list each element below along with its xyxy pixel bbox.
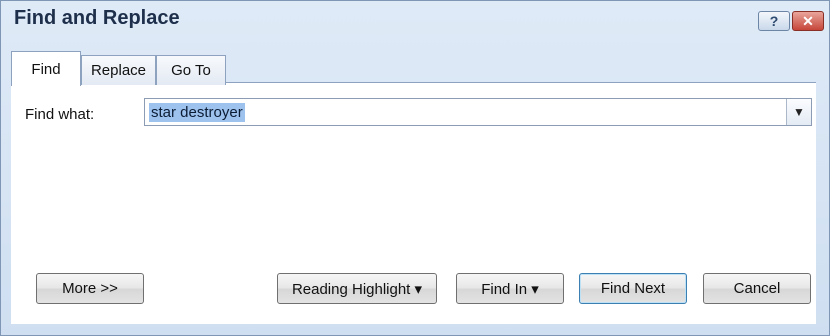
tab-strip: Find Replace Go To xyxy=(11,51,226,86)
find-what-input[interactable]: star destroyer ▼ xyxy=(144,98,812,126)
tab-find[interactable]: Find xyxy=(11,51,81,86)
find-what-label: Find what: xyxy=(25,106,95,123)
title-bar: Find and Replace ? ✕ xyxy=(1,1,829,37)
tab-goto[interactable]: Go To xyxy=(156,55,226,85)
find-what-value: star destroyer xyxy=(149,103,245,122)
find-next-button[interactable]: Find Next xyxy=(579,273,687,304)
dialog-title: Find and Replace xyxy=(14,7,180,29)
tab-goto-label: Go To xyxy=(171,62,211,79)
help-button[interactable]: ? xyxy=(758,11,790,31)
chevron-down-icon: ▼ xyxy=(793,105,805,119)
help-icon: ? xyxy=(769,13,779,29)
reading-highlight-button[interactable]: Reading Highlight ▾ xyxy=(277,273,437,304)
find-in-button[interactable]: Find In ▾ xyxy=(456,273,564,304)
find-history-dropdown-button[interactable]: ▼ xyxy=(786,99,811,125)
more-button[interactable]: More >> xyxy=(36,273,144,304)
tab-find-label: Find xyxy=(31,60,61,78)
tab-replace-label: Replace xyxy=(90,62,147,79)
cancel-button[interactable]: Cancel xyxy=(703,273,811,304)
tab-replace[interactable]: Replace xyxy=(81,55,156,85)
close-button[interactable]: ✕ xyxy=(792,11,824,31)
close-icon: ✕ xyxy=(802,12,814,29)
